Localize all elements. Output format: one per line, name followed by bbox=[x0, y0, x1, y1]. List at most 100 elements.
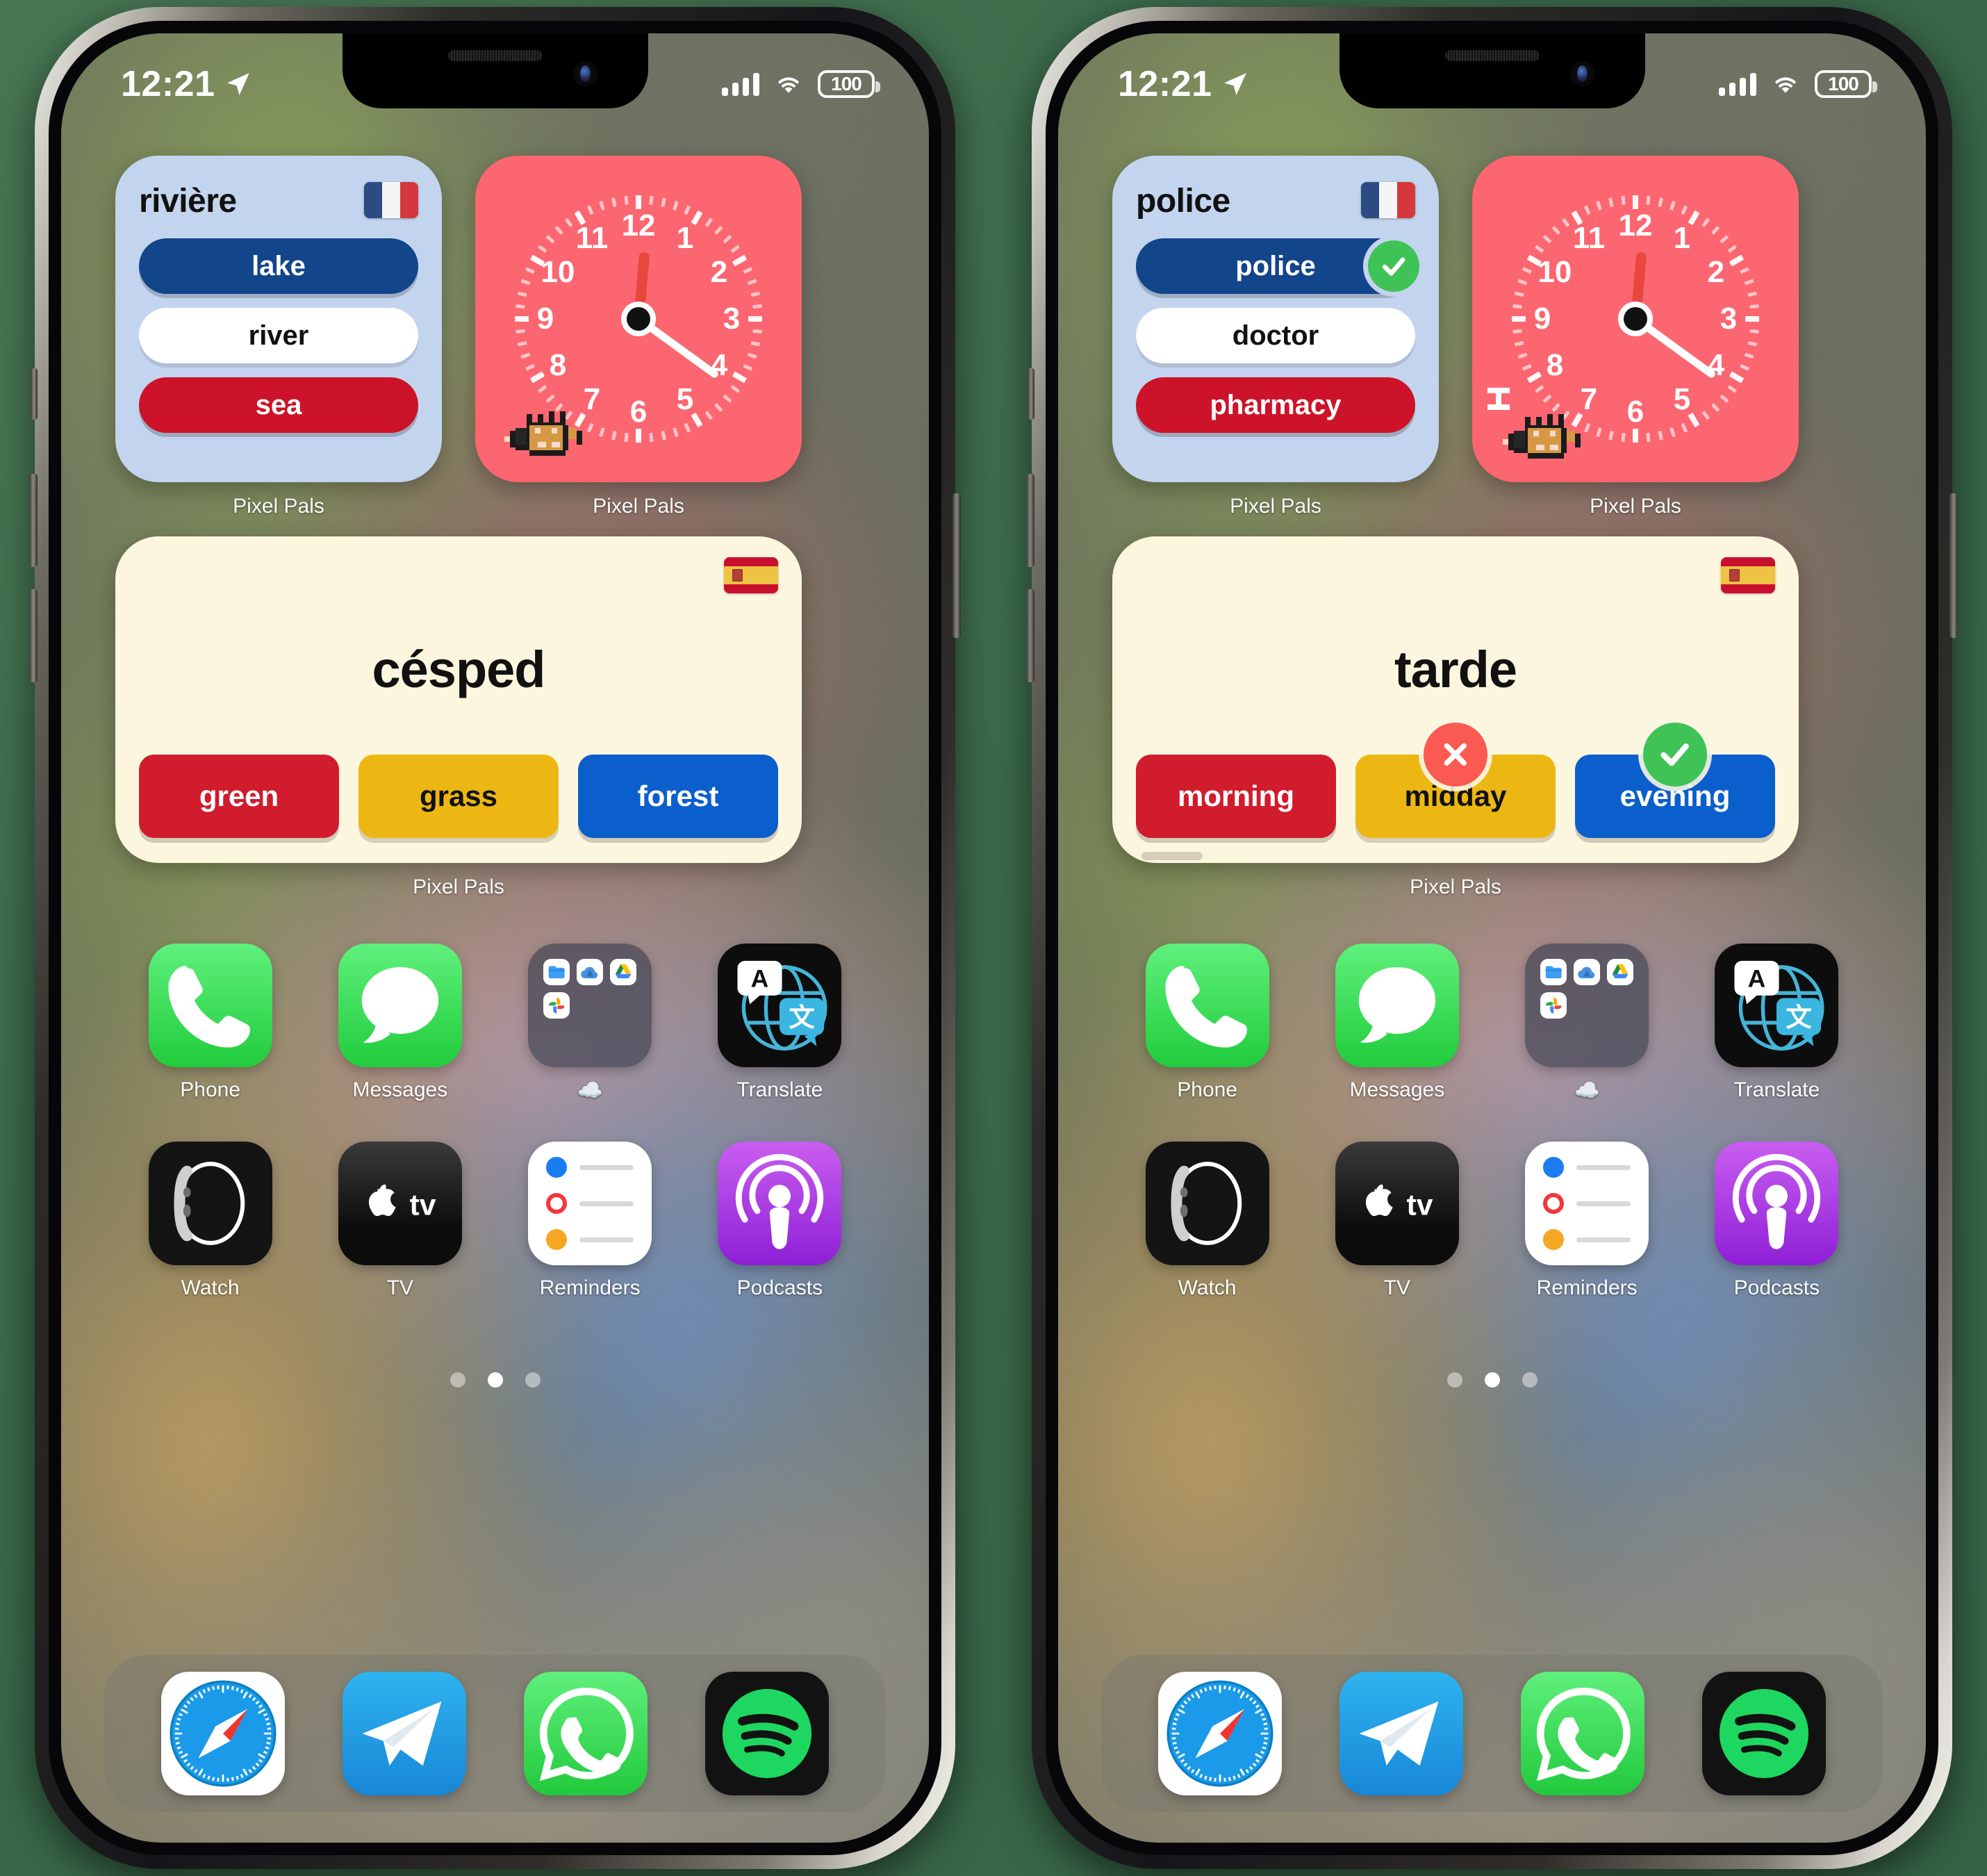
app-icon-phone-icon[interactable]: Phone bbox=[1138, 944, 1277, 1103]
page-dot[interactable] bbox=[450, 1372, 465, 1388]
vocab-choice-green[interactable]: green bbox=[139, 755, 339, 838]
clock-number: 6 bbox=[1626, 395, 1644, 429]
power-button[interactable] bbox=[1949, 493, 1958, 638]
clock-tick bbox=[704, 411, 713, 420]
flag-spain-icon bbox=[1721, 557, 1775, 593]
page-dot[interactable] bbox=[1484, 1372, 1500, 1388]
watch-icon bbox=[148, 1142, 272, 1265]
app-label: TV bbox=[1383, 1276, 1411, 1299]
podcasts-icon bbox=[1715, 1142, 1839, 1265]
phone-left: 12:21 100 rivière lake river sea Pixel Pals 12 1… bbox=[29, 7, 961, 1869]
vocab-choice-grass[interactable]: grass bbox=[358, 755, 559, 838]
tv-icon: tv bbox=[338, 1142, 462, 1265]
folder-empty-slot bbox=[1574, 992, 1600, 1019]
phone-right: 12:21 100 police police doctor pharmacy Pixel … bbox=[1026, 7, 1958, 1869]
cellular-bars-icon bbox=[1719, 72, 1756, 96]
vocab-choice-midday[interactable]: midday bbox=[1355, 723, 1556, 838]
notch bbox=[342, 33, 648, 108]
volume-button[interactable] bbox=[29, 589, 38, 682]
mute-switch[interactable] bbox=[31, 368, 38, 420]
location-arrow-icon bbox=[225, 71, 252, 97]
clock-widget-body[interactable]: 12 1 2 3 4 5 6 7 8 9 10 11 bbox=[1472, 156, 1799, 482]
clock-widget-body[interactable]: 12 1 2 3 4 5 6 7 8 9 10 11 bbox=[475, 156, 802, 482]
clock-tick bbox=[1727, 384, 1737, 393]
reminder-line bbox=[1576, 1165, 1631, 1170]
clock-tick bbox=[623, 195, 629, 206]
clock-tick bbox=[598, 200, 605, 211]
app-icon-translate-icon[interactable]: A 文 Translate bbox=[1707, 944, 1846, 1103]
vocab-option-label: sea bbox=[255, 389, 302, 420]
front-camera-icon bbox=[1569, 61, 1595, 86]
volume-button[interactable] bbox=[1026, 589, 1034, 682]
volume-button[interactable] bbox=[1026, 474, 1034, 567]
vocab-widget-body[interactable]: rivière lake river sea bbox=[115, 156, 442, 482]
app-icon-reminders-icon[interactable]: Reminders bbox=[1517, 1142, 1656, 1300]
clock-tick bbox=[1727, 245, 1737, 254]
clock-number: 12 bbox=[621, 208, 656, 242]
battery-indicator: 100 bbox=[1815, 70, 1877, 98]
vocab-option-pharmacy[interactable]: pharmacy bbox=[1136, 377, 1415, 433]
app-label: TV bbox=[386, 1276, 414, 1299]
app-icon-podcasts-icon[interactable]: Podcasts bbox=[1707, 1142, 1846, 1300]
reminders-icon bbox=[1525, 1142, 1649, 1265]
vocab-choice-evening[interactable]: evening bbox=[1575, 723, 1775, 838]
phone-screen: 12:21 100 rivière lake river sea Pixel Pals 12 1… bbox=[61, 33, 929, 1843]
vocab-widget-header: rivière bbox=[139, 182, 418, 220]
vocab-option-lake[interactable]: lake bbox=[139, 238, 418, 294]
app-icon-folder-icon[interactable]: ☁️ bbox=[1517, 944, 1656, 1103]
reminder-row bbox=[546, 1229, 634, 1250]
page-dot[interactable] bbox=[525, 1372, 541, 1388]
vocab-widget-body[interactable]: police police doctor pharmacy bbox=[1112, 156, 1439, 482]
phone-screen: 12:21 100 police police doctor pharmacy Pixel … bbox=[1058, 33, 1926, 1843]
clock-number: 10 bbox=[1537, 255, 1572, 289]
vocab-option-sea[interactable]: sea bbox=[139, 377, 418, 433]
clock-tick bbox=[515, 304, 525, 309]
app-icon-watch-icon[interactable]: Watch bbox=[1138, 1142, 1277, 1300]
vocab-medium-body[interactable]: tarde morning midday evening bbox=[1112, 536, 1799, 863]
battery-level: 100 bbox=[1828, 73, 1859, 94]
app-icon-phone-icon[interactable]: Phone bbox=[141, 944, 280, 1103]
clock-tick bbox=[1669, 200, 1676, 211]
clock-tick bbox=[1747, 291, 1757, 297]
app-icon-tv-icon[interactable]: tv TV bbox=[1328, 1142, 1467, 1300]
vocab-option-river[interactable]: river bbox=[139, 308, 418, 363]
app-icon-tv-icon[interactable]: tv TV bbox=[331, 1142, 470, 1300]
page-dots bbox=[1058, 1372, 1926, 1388]
app-icon-translate-icon[interactable]: A 文 Translate bbox=[710, 944, 849, 1103]
vocab-option-list: police doctor pharmacy bbox=[1136, 238, 1419, 433]
app-icon-reminders-icon[interactable]: Reminders bbox=[520, 1142, 659, 1300]
widget-vocab-small: police police doctor pharmacy Pixel Pals bbox=[1112, 156, 1439, 518]
page-dot[interactable] bbox=[1522, 1372, 1537, 1388]
volume-button[interactable] bbox=[29, 474, 38, 567]
app-icon-folder-icon[interactable]: ☁️ bbox=[520, 944, 659, 1103]
app-icon-messages-icon[interactable]: Messages bbox=[331, 944, 470, 1103]
widget-row-top: rivière lake river sea Pixel Pals 12 1 2 3 4 5 6 7 8 9… bbox=[61, 156, 929, 518]
vocab-choice-morning[interactable]: morning bbox=[1136, 755, 1336, 838]
power-button[interactable] bbox=[953, 493, 961, 638]
widget-selection-bar bbox=[1141, 852, 1203, 860]
clock-tick bbox=[1608, 430, 1614, 441]
app-icon-podcasts-icon[interactable]: Podcasts bbox=[710, 1142, 849, 1300]
vocab-medium-body[interactable]: césped green grass forest bbox=[115, 536, 802, 863]
folder-mini-icon bbox=[610, 959, 637, 985]
earpiece-speaker bbox=[447, 50, 543, 61]
clock-number: 11 bbox=[575, 220, 609, 255]
app-icon-messages-icon[interactable]: Messages bbox=[1328, 944, 1467, 1103]
status-time: 12:21 bbox=[121, 64, 215, 104]
clock-tick bbox=[660, 430, 666, 441]
clock-tick bbox=[517, 291, 527, 297]
page-dot[interactable] bbox=[487, 1372, 503, 1388]
vocab-option-doctor[interactable]: doctor bbox=[1136, 308, 1415, 363]
wifi-icon bbox=[1770, 72, 1801, 96]
clock-number: 1 bbox=[676, 220, 694, 255]
vocab-choice-forest[interactable]: forest bbox=[578, 755, 778, 838]
clock-tick bbox=[648, 195, 654, 206]
mute-switch[interactable] bbox=[1028, 368, 1034, 420]
widget-clock-small: 12 1 2 3 4 5 6 7 8 9 10 11 Pixel Pals bbox=[1472, 156, 1799, 518]
flag-spain-icon bbox=[724, 557, 778, 593]
app-icon-watch-icon[interactable]: Watch bbox=[141, 1142, 280, 1300]
clock-number: 5 bbox=[676, 382, 694, 417]
page-dot[interactable] bbox=[1446, 1372, 1462, 1388]
vocab-option-police[interactable]: police bbox=[1136, 238, 1419, 294]
reminder-row bbox=[1543, 1193, 1631, 1214]
